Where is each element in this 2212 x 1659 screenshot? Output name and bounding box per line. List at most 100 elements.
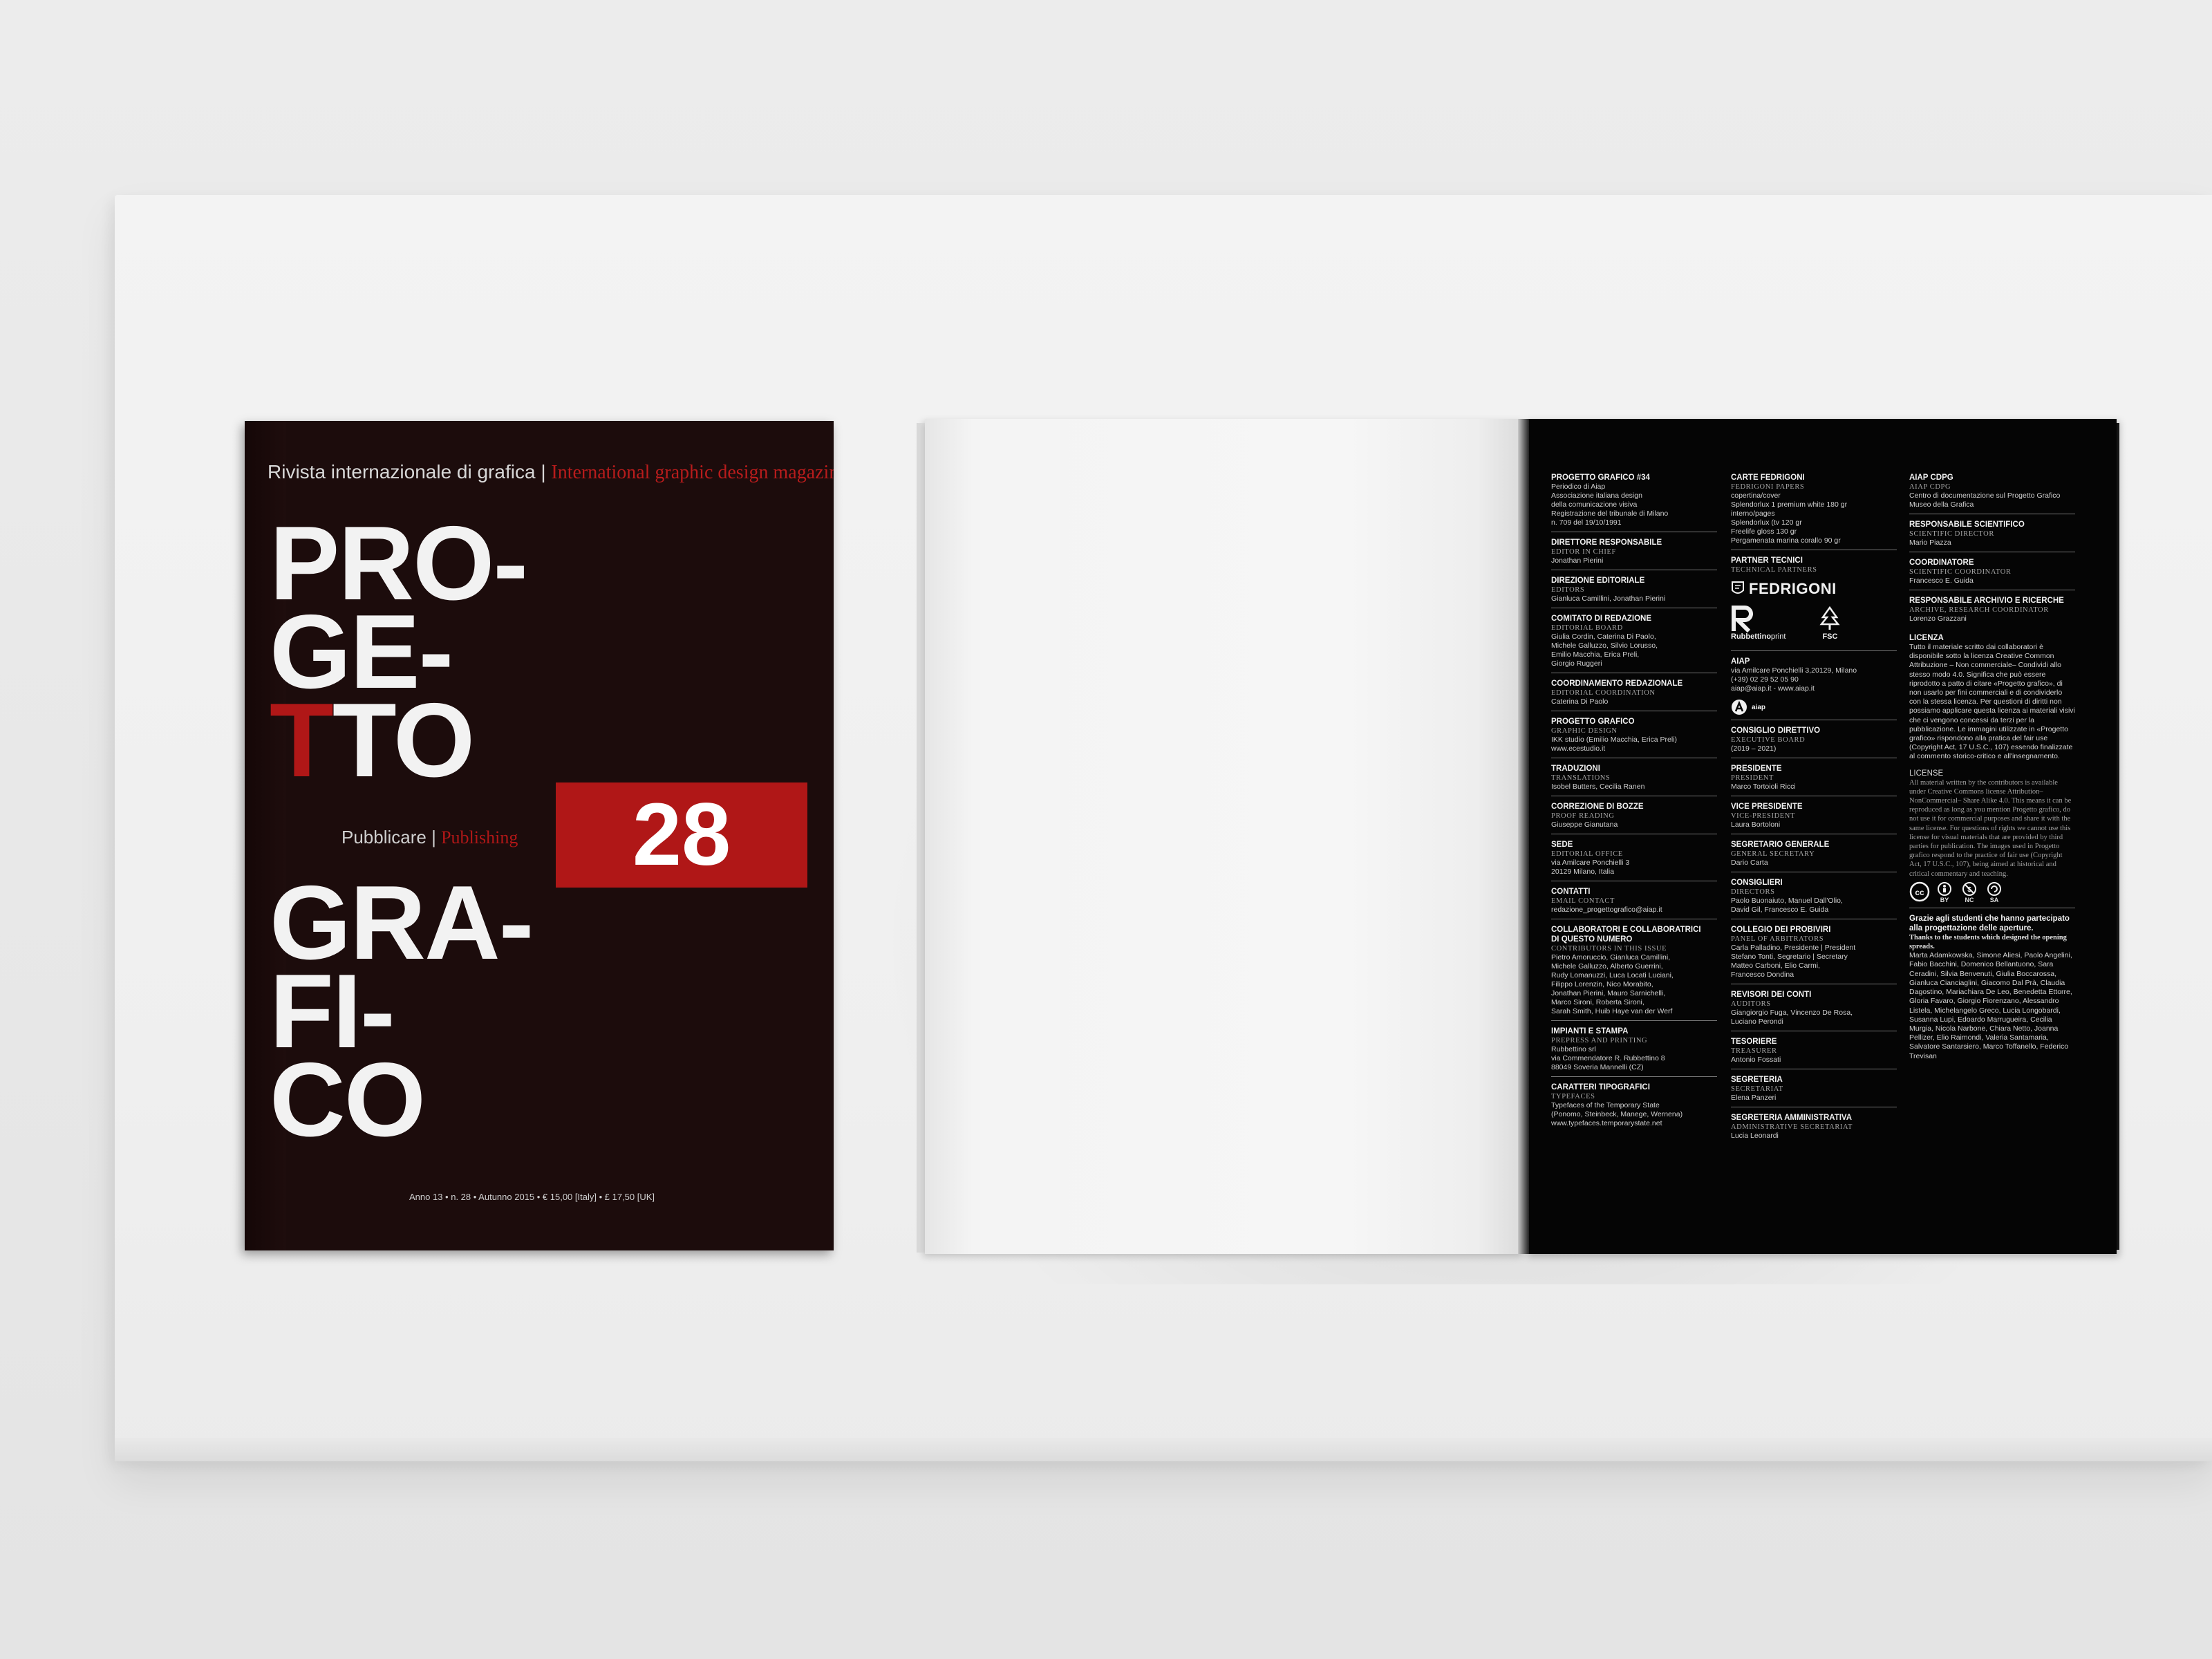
colophon-block: PROGETTO GRAFICO #34 Periodico di Aiap As… [1551,473,1717,532]
colophon-body: copertina/cover Splendorlux 1 premium wh… [1731,491,1848,545]
colophon-heading: TESORIERE [1731,1038,1777,1046]
colophon-subheading: EDITORIAL BOARD [1551,624,1623,632]
colophon-subheading: EXECUTIVE BOARD [1731,736,1806,744]
colophon-body: Gianluca Camillini, Jonathan Pierini [1551,594,1666,603]
colophon-block: PRESIDENTE PRESIDENT Marco Tortoioli Ricci [1731,764,1897,796]
colophon-column-3: AIAP CDPG AIAP CDPG Centro di documentazio… [1909,473,2075,1071]
colophon-block: CARATTERI TIPOGRAFICI TYPEFACES Typefaces … [1551,1082,1717,1132]
colophon-subheading: SCIENTIFIC COORDINATOR [1909,568,2012,576]
colophon-block: VICE PRESIDENTE VICE-PRESIDENT Laura Borto… [1731,802,1897,834]
cc-by-icon [1938,881,1951,896]
colophon-subheading: FEDRIGONI PAPERS [1731,483,1805,491]
issue-number-box: 28 [556,782,807,888]
colophon-heading: CARTE FEDRIGONI [1731,474,1805,482]
colophon-heading: RESPONSABILE ARCHIVIO E RICERCHE [1909,597,2064,605]
colophon-subheading: AUDITORS [1731,1000,1771,1008]
colophon-block: COORDINAMENTO REDAZIONALE EDITORIAL COORD… [1551,679,1717,711]
colophon-body: Paolo Buonaiuto, Manuel Dall'Olio, David… [1731,897,1843,914]
column-3-blocks: AIAP CDPG AIAP CDPG Centro di documentazio… [1909,473,2075,628]
cc-nc: $ NC [1959,881,1980,903]
colophon-heading: CARATTERI TIPOGRAFICI [1551,1083,1650,1091]
colophon-block: COORDINATORE SCIENTIFIC COORDINATOR France… [1909,558,2075,590]
colophon-heading: PROGETTO GRAFICO #34 [1551,474,1650,482]
colophon-body: Pietro Amoruccio, Gianluca Camillini, Mi… [1551,953,1674,1015]
colophon-block: TESORIERE TREASURER Antonio Fossati [1731,1037,1897,1069]
colophon-heading: SEGRETERIA AMMINISTRATIVA [1731,1114,1853,1122]
fedrigoni-logo: FEDRIGONI [1731,580,1897,598]
colophon-block: CONSIGLIERI DIRECTORS Paolo Buonaiuto, Man… [1731,878,1897,919]
colophon-block: DIREZIONE EDITORIALE EDITORS Gianluca Cami… [1551,576,1717,608]
cc-by: BY [1934,881,1955,903]
colophon-subheading: SECRETARIAT [1731,1085,1783,1093]
colophon-heading: SEGRETARIO GENERALE [1731,841,1830,849]
colophon-body: Carla Palladino, Presidente | President … [1731,944,1856,979]
colophon-subheading: EDITORS [1551,586,1585,594]
colophon-block: SEDE EDITORIAL OFFICE via Amilcare Ponchie… [1551,840,1717,881]
colophon-body: Mario Piazza [1909,538,1951,547]
colophon-subheading: GENERAL SECRETARY [1731,850,1815,858]
tagline-separator: | [541,461,546,482]
colophon-body: Laura Bortoloni [1731,821,1781,829]
colophon-heading: CONSIGLIERI [1731,879,1783,887]
magazine-gutter [1518,419,1529,1254]
colophon-heading: RESPONSABILE SCIENTIFICO [1909,521,2025,529]
blank-left-page [925,419,1525,1254]
aiap-logo: aiap [1731,699,1897,715]
aiap-mark-icon [1732,700,1747,715]
colophon-block: CONTATTI EMAIL CONTACT redazione_progettog… [1551,887,1717,919]
colophon-block: IMPIANTI E STAMPA PREPRESS AND PRINTING Ru… [1551,1027,1717,1077]
colophon-body: Giangiorgio Fuga, Vincenzo De Rosa, Luci… [1731,1009,1853,1026]
colophon-body: Typefaces of the Temporary State (Ponomo… [1551,1101,1683,1127]
colophon-body: Marco Tortoioli Ricci [1731,782,1796,791]
cc-icon: cc [1909,881,1930,902]
colophon-subheading: EMAIL CONTACT [1551,897,1615,905]
colophon-block: DIRETTORE RESPONSABILE EDITOR IN CHIEF Jon… [1551,538,1717,570]
colophon-heading: IMPIANTI E STAMPA [1551,1027,1629,1035]
colophon-subheading: TYPEFACES [1551,1093,1595,1100]
rubbettino-logo: Rubbettinoprint [1731,605,1785,641]
colophon-heading: REVISORI DEI CONTI [1731,991,1812,999]
colophon-body: Giuseppe Gianutana [1551,821,1618,829]
colophon-heading: PRESIDENTE [1731,765,1782,773]
colophon-body: IKK studio (Emilio Macchia, Erica Preli)… [1551,735,1678,753]
fsc-tree-icon [1819,606,1841,630]
colophon-subheading: SCIENTIFIC DIRECTOR [1909,530,1994,538]
colophon-block: RESPONSABILE SCIENTIFICO SCIENTIFIC DIREC… [1909,520,2075,552]
tagline-italian: Rivista internazionale di grafica [268,461,536,482]
rubbettino-name: Rubbettino [1731,632,1772,641]
license-text-english: All material written by the contributors… [1909,778,2072,878]
thanks-heading: Grazie agli studenti che hanno partecipa… [1909,914,2070,932]
colophon-body: Caterina Di Paolo [1551,697,1609,706]
colophon-heading: COORDINAMENTO REDAZIONALE [1551,679,1683,688]
fsc-logo: FSC [1816,605,1844,641]
license-text-italian: Tutto il materiale scritto dai collabora… [1909,643,2075,761]
license-heading-english: LICENSE [1909,769,1944,778]
title-line-3: TTO [270,688,475,793]
magazine-cover: Rivista internazionale di grafica | Inte… [245,421,834,1250]
colophon-body: Periodico di Aiap Associazione italiana … [1551,482,1669,527]
fsc-label: FSC [1822,632,1838,641]
tagline-english: International graphic design magazine [551,462,834,483]
colophon-subheading: PRESIDENT [1731,774,1774,782]
colophon-body: Dario Carta [1731,859,1768,867]
colophon-body: Francesco E. Guida [1909,577,1974,585]
colophon-page: PROGETTO GRAFICO #34 Periodico di Aiap As… [1525,419,2117,1254]
colophon-block: CARTE FEDRIGONI FEDRIGONI PAPERS copertina… [1731,473,1897,550]
colophon-heading: VICE PRESIDENTE [1731,803,1803,811]
colophon-body: Rubbettino srl via Commendatore R. Rubbe… [1551,1045,1665,1071]
colophon-block: SEGRETERIA AMMINISTRATIVA ADMINISTRATIVE … [1731,1113,1897,1145]
colophon-body: Elena Panzeri [1731,1094,1777,1102]
colophon-body: via Amilcare Ponchielli 3 20129 Milano, … [1551,859,1630,876]
colophon-block: SEGRETERIA SECRETARIAT Elena Panzeri [1731,1075,1897,1107]
cc-sa-label: SA [1989,896,1999,903]
colophon-block: PARTNER TECNICI TECHNICAL PARTNERS FEDRIGO… [1731,556,1897,651]
colophon-heading: AIAP [1731,657,1750,666]
cc-sa: SA [1984,881,2005,903]
colophon-subheading: EDITORIAL COORDINATION [1551,689,1656,697]
colophon-subheading: AIAP CDPG [1909,483,1951,491]
svg-text:cc: cc [1915,888,1924,897]
colophon-heading: COLLABORATORI E COLLABORATRICI DI QUESTO… [1551,926,1701,944]
rubbettino-wordmark: Rubbettinoprint [1731,632,1785,641]
colophon-body: Giulia Cordin, Caterina Di Paolo, Michel… [1551,632,1658,668]
title-line-6: CO [270,1041,426,1159]
